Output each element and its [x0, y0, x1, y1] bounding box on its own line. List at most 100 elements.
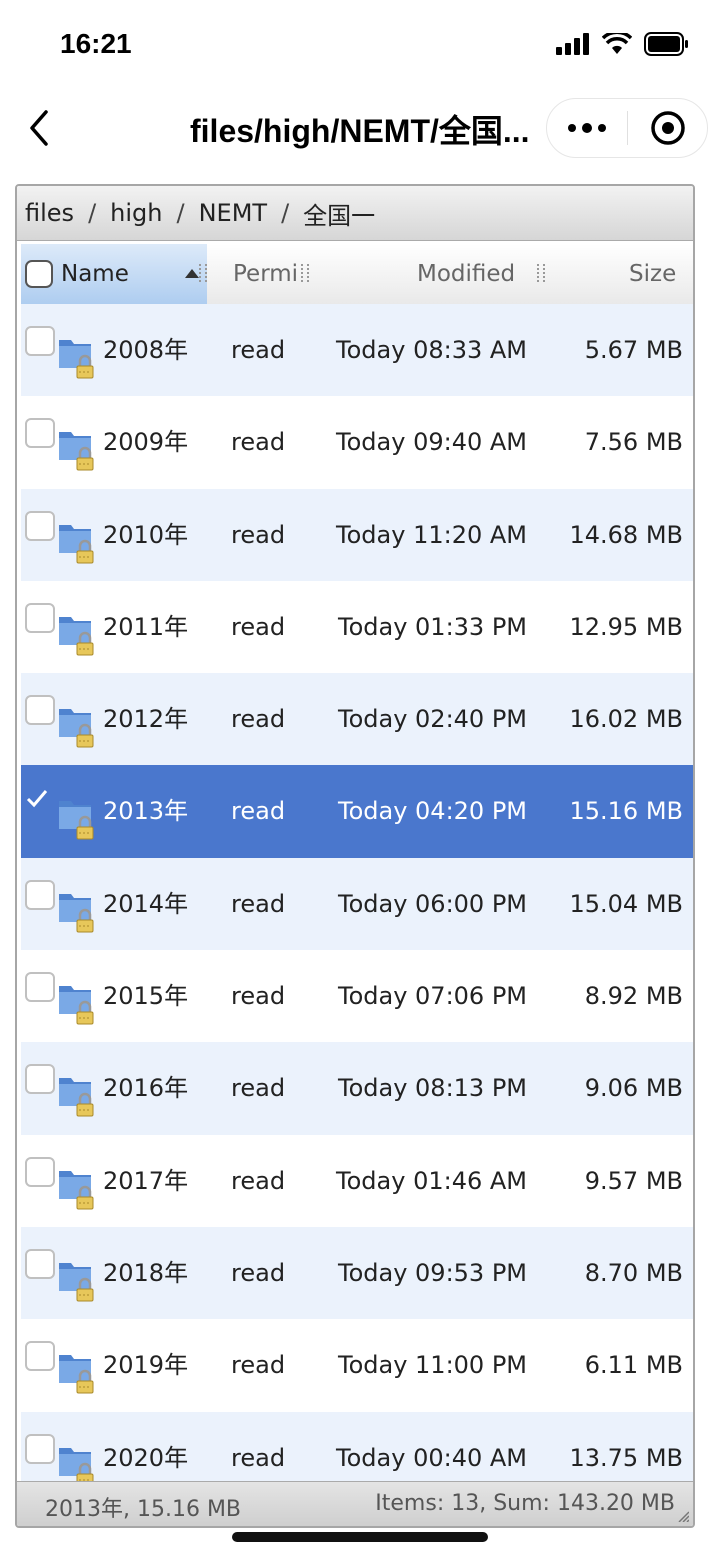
- row-checkbox[interactable]: [25, 1341, 55, 1372]
- record-icon: [650, 111, 685, 145]
- column-name-label: Name: [61, 261, 129, 287]
- file-row[interactable]: 2016年 read Today 08:13 PM 9.06 MB: [21, 1042, 693, 1135]
- column-size-label: Size: [629, 261, 677, 287]
- file-size: 15.04 MB: [569, 889, 683, 918]
- breadcrumb-files[interactable]: files: [25, 199, 74, 227]
- file-modified: Today 09:53 PM: [337, 1258, 527, 1287]
- row-checkbox[interactable]: [25, 602, 55, 633]
- cellular-signal-icon: [556, 33, 589, 55]
- file-size: 16.02 MB: [569, 705, 683, 734]
- breadcrumb-nemt[interactable]: NEMT: [199, 199, 267, 227]
- file-modified: Today 11:00 PM: [337, 1351, 527, 1380]
- row-checkbox[interactable]: [25, 1156, 55, 1187]
- row-checkbox[interactable]: [25, 510, 55, 541]
- file-name[interactable]: 2013年: [103, 765, 188, 857]
- column-size-header[interactable]: Size: [629, 244, 689, 304]
- file-name[interactable]: 2008年: [103, 304, 188, 396]
- file-row[interactable]: 2011年 read Today 01:33 PM 12.95 MB: [21, 580, 693, 674]
- more-button[interactable]: [547, 99, 627, 157]
- file-size: 9.06 MB: [584, 1074, 683, 1103]
- column-modified-label: Modified: [417, 261, 516, 287]
- row-checkbox[interactable]: [25, 326, 55, 356]
- battery-icon: [644, 32, 688, 56]
- breadcrumb-separator: /: [281, 199, 290, 227]
- row-checkbox[interactable]: [25, 972, 55, 1003]
- file-modified: Today 09:40 AM: [336, 428, 527, 457]
- column-resize-handle[interactable]: [199, 264, 207, 282]
- file-name[interactable]: 2017年: [103, 1135, 188, 1227]
- file-row[interactable]: 2014年 read Today 06:00 PM 15.04 MB: [21, 857, 693, 951]
- file-name[interactable]: 2015年: [103, 950, 188, 1042]
- file-name[interactable]: 2018年: [103, 1227, 188, 1319]
- mini-program-capsule: [546, 98, 708, 158]
- file-size: 15.16 MB: [569, 797, 683, 826]
- file-permission: read: [231, 612, 286, 641]
- column-resize-handle[interactable]: [537, 264, 545, 282]
- page-title: files/high/NEMT/全国...: [190, 113, 530, 149]
- breadcrumb-high[interactable]: high: [110, 199, 162, 227]
- column-header: Name Permi Modified Size: [21, 244, 693, 304]
- locked-folder-icon: [57, 886, 103, 934]
- file-size: 8.70 MB: [584, 1258, 683, 1287]
- row-checkbox[interactable]: [25, 787, 51, 813]
- file-row[interactable]: 2010年 read Today 11:20 AM 14.68 MB: [21, 488, 693, 581]
- file-name[interactable]: 2010年: [103, 489, 188, 581]
- column-perm-label: Permi: [233, 261, 299, 287]
- file-permission: read: [231, 1166, 286, 1195]
- file-permission: read: [231, 982, 286, 1011]
- file-list: 2008年 read Today 08:33 AM 5.67 MB 2009年 read T…: [21, 304, 693, 1504]
- column-resize-handle[interactable]: [301, 264, 309, 282]
- breadcrumb-current[interactable]: 全国一: [303, 196, 375, 231]
- chevron-left-icon: [30, 110, 48, 146]
- back-button[interactable]: [22, 106, 62, 150]
- locked-folder-icon: [57, 793, 103, 841]
- row-checkbox[interactable]: [25, 1248, 55, 1279]
- file-name[interactable]: 2009年: [103, 396, 188, 488]
- locked-folder-icon: [57, 1070, 103, 1118]
- breadcrumb-separator: /: [176, 199, 185, 227]
- more-dots-icon: [568, 123, 606, 133]
- status-footer: 2013年, 15.16 MB Items: 13, Sum: 143.20 M…: [17, 1481, 693, 1526]
- file-row[interactable]: 2017年 read Today 01:46 AM 9.57 MB: [21, 1134, 693, 1227]
- file-row[interactable]: 2009年 read Today 09:40 AM 7.56 MB: [21, 396, 693, 489]
- file-permission: read: [231, 520, 286, 549]
- file-row[interactable]: 2018年 read Today 09:53 PM 8.70 MB: [21, 1226, 693, 1320]
- locked-folder-icon: [57, 424, 103, 472]
- file-name[interactable]: 2016年: [103, 1042, 188, 1134]
- file-name[interactable]: 2014年: [103, 858, 188, 950]
- file-modified: Today 04:20 PM: [337, 797, 527, 826]
- row-checkbox[interactable]: [25, 695, 55, 726]
- file-row[interactable]: 2013年 read Today 04:20 PM 15.16 MB: [21, 765, 693, 858]
- wifi-icon: [602, 33, 632, 54]
- locked-folder-icon: [57, 1347, 103, 1395]
- file-size: 6.11 MB: [584, 1351, 683, 1380]
- file-row[interactable]: 2015年 read Today 07:06 PM 8.92 MB: [21, 950, 693, 1043]
- resize-grip-icon[interactable]: [677, 1510, 689, 1522]
- locked-folder-icon: [57, 1255, 103, 1303]
- file-row[interactable]: 2019年 read Today 11:00 PM 6.11 MB: [21, 1319, 693, 1412]
- file-row[interactable]: 2012年 read Today 02:40 PM 16.02 MB: [21, 673, 693, 766]
- sort-ascending-icon: [185, 269, 199, 278]
- file-permission: read: [231, 1351, 286, 1380]
- close-program-button[interactable]: [628, 99, 707, 157]
- file-name[interactable]: 2011年: [103, 581, 188, 673]
- column-name-header[interactable]: Name: [21, 244, 207, 304]
- file-name[interactable]: 2019年: [103, 1319, 188, 1411]
- file-name[interactable]: 2012年: [103, 673, 188, 765]
- file-row[interactable]: 2008年 read Today 08:33 AM 5.67 MB: [21, 304, 693, 397]
- row-checkbox[interactable]: [25, 418, 55, 449]
- breadcrumb: files / high / NEMT / 全国一: [17, 186, 693, 241]
- checkmark-icon: [26, 790, 48, 808]
- file-modified: Today 02:40 PM: [337, 705, 527, 734]
- locked-folder-icon: [57, 701, 103, 749]
- select-all-checkbox[interactable]: [25, 260, 53, 288]
- row-checkbox[interactable]: [25, 879, 55, 910]
- file-size: 14.68 MB: [569, 520, 683, 549]
- status-time: 16:21: [60, 28, 132, 59]
- items-summary: Items: 13, Sum: 143.20 MB: [375, 1491, 675, 1516]
- column-modified-header[interactable]: Modified: [417, 244, 537, 304]
- locked-folder-icon: [57, 978, 103, 1026]
- row-checkbox[interactable]: [25, 1064, 55, 1095]
- row-checkbox[interactable]: [25, 1433, 55, 1464]
- file-size: 8.92 MB: [584, 982, 683, 1011]
